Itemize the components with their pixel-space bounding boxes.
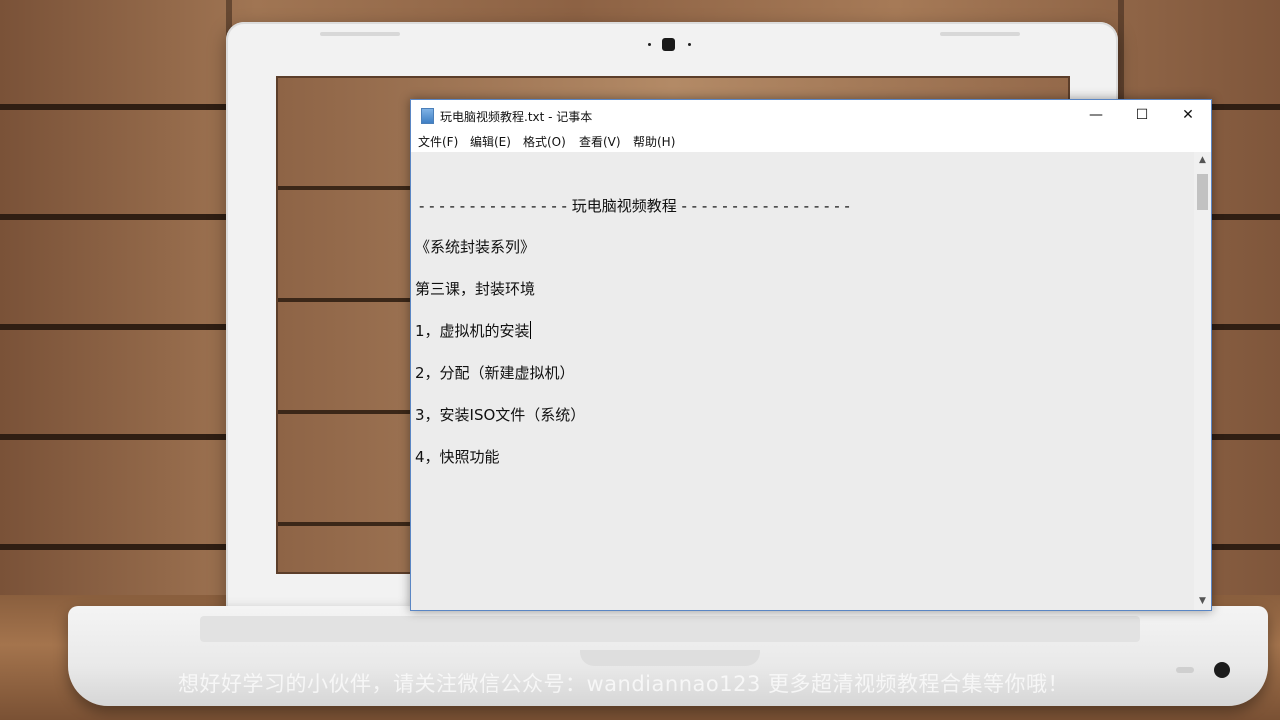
doc-line-lesson: 第三课，封装环境: [415, 280, 536, 298]
indicator-slot: [1176, 667, 1194, 673]
close-button[interactable]: ✕: [1165, 100, 1211, 130]
webcam-icon: [662, 38, 675, 51]
laptop-keyboard-deck: [200, 616, 1140, 642]
notepad-window: 玩电脑视频教程.txt - 记事本 — ☐ ✕ 文件(F) 编辑(E) 格式(O…: [410, 99, 1212, 611]
text-caret: [529, 321, 531, 339]
scroll-up-arrow-icon[interactable]: ▲: [1194, 152, 1211, 169]
minimize-button[interactable]: —: [1073, 100, 1119, 130]
close-icon: ✕: [1182, 107, 1194, 123]
minimize-icon: —: [1089, 107, 1103, 123]
doc-line-item-4: 4，快照功能: [415, 448, 500, 466]
doc-line-series: 《系统封装系列》: [415, 238, 536, 256]
menu-view[interactable]: 查看(V): [579, 133, 621, 150]
doc-line-item-1: 1，虚拟机的安装: [415, 320, 531, 341]
doc-line-item-2: 2，分配（新建虚拟机）: [415, 364, 575, 382]
camera-sensor-dot: [688, 43, 691, 46]
camera-sensor-dot: [648, 43, 651, 46]
doc-line-item-3: 3，安装ISO文件（系统）: [415, 406, 586, 424]
lid-accent: [940, 32, 1020, 36]
window-title: 玩电脑视频教程.txt - 记事本: [440, 110, 593, 124]
menu-bar: 文件(F) 编辑(E) 格式(O) 查看(V) 帮助(H): [411, 130, 1211, 152]
doc-line-item-1-text: 1，虚拟机的安装: [415, 322, 530, 340]
vertical-scrollbar[interactable]: ▲ ▼: [1194, 152, 1211, 610]
text-editor-area[interactable]: - - - - - - - - - - - - - - - 玩电脑视频教程 - …: [411, 152, 1194, 610]
maximize-icon: ☐: [1135, 107, 1149, 123]
notepad-icon: [421, 108, 434, 124]
scroll-down-arrow-icon[interactable]: ▼: [1194, 593, 1211, 610]
maximize-button[interactable]: ☐: [1119, 100, 1165, 130]
scrollbar-thumb[interactable]: [1197, 174, 1208, 210]
lid-accent: [320, 32, 400, 36]
title-bar[interactable]: 玩电脑视频教程.txt - 记事本 — ☐ ✕: [411, 100, 1211, 130]
menu-format[interactable]: 格式(O): [523, 133, 566, 150]
doc-header-line: - - - - - - - - - - - - - - - 玩电脑视频教程 - …: [419, 197, 850, 215]
menu-help[interactable]: 帮助(H): [633, 133, 675, 150]
power-led-icon: [1214, 662, 1230, 678]
laptop-opening-notch: [580, 650, 760, 666]
menu-file[interactable]: 文件(F): [418, 133, 458, 150]
menu-edit[interactable]: 编辑(E): [470, 133, 511, 150]
watermark-caption: 想好好学习的小伙伴，请关注微信公众号：wandiannao123 更多超清视频教…: [178, 672, 1069, 696]
